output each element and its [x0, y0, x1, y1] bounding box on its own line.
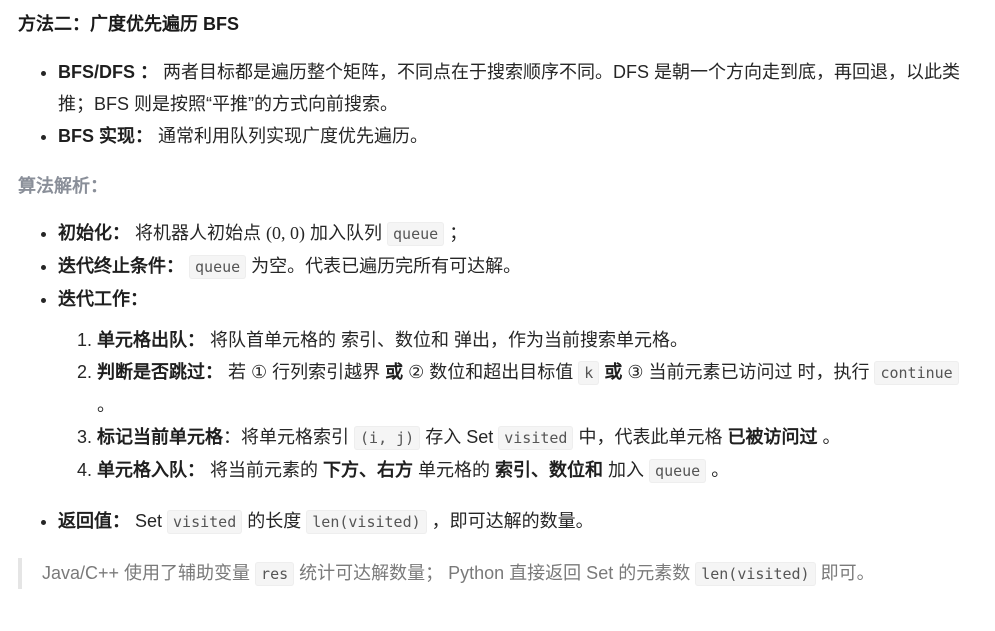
text: 将当前元素的	[205, 460, 324, 480]
text: Java/C++ 使用了辅助变量	[42, 563, 256, 583]
inline-code: continue	[874, 361, 959, 385]
analysis-list: 初始化： 将机器人初始点 (0, 0) 加入队列 queue ； 迭代终止条件：…	[40, 217, 978, 315]
text: ：将单元格索引	[223, 427, 355, 447]
list-item: 返回值： Set visited 的长度 len(visited) ，即可达解的…	[58, 505, 978, 538]
inline-code: res	[255, 562, 295, 586]
return-list: 返回值： Set visited 的长度 len(visited) ，即可达解的…	[40, 505, 978, 538]
text: 单元格的	[413, 460, 496, 480]
text: 存入 Set	[420, 427, 499, 447]
inline-code: visited	[498, 426, 574, 450]
text: 为空。代表已遍历完所有可达解。	[246, 256, 522, 276]
step-item: 单元格出队： 将队首单元格的 索引、数位和 弹出，作为当前搜索单元格。	[97, 324, 977, 356]
item-label: 标记当前单元格	[97, 427, 223, 447]
text: ② 数位和超出目标值	[403, 362, 579, 382]
inline-code: queue	[387, 222, 445, 246]
bold-text: 下方、右方	[323, 460, 414, 480]
analysis-heading: 算法解析：	[18, 176, 108, 196]
list-item: BFS/DFS ： 两者目标都是遍历整个矩阵，不同点在于搜索顺序不同。DFS 是…	[58, 56, 978, 120]
text: 统计可达解数量； Python 直接返回 Set 的元素数	[294, 563, 696, 583]
text: 。	[706, 460, 730, 480]
item-label: BFS 实现：	[58, 126, 154, 146]
inline-code: visited	[167, 510, 243, 534]
note-blockquote: Java/C++ 使用了辅助变量 res 统计可达解数量； Python 直接返…	[18, 558, 972, 589]
bold-text: 或	[385, 362, 404, 382]
text: 加入	[603, 460, 650, 480]
text: Set	[130, 511, 168, 531]
text: ；	[444, 223, 468, 243]
section-heading: 方法二：广度优先遍历 BFS	[18, 14, 239, 34]
item-label: 单元格入队：	[97, 460, 205, 480]
item-text: 通常利用队列实现广度优先遍历。	[153, 126, 429, 146]
text: 若 ① 行列索引越界	[223, 362, 386, 382]
item-label: BFS/DFS ：	[58, 62, 159, 82]
inline-code: queue	[649, 459, 707, 483]
list-item: BFS 实现： 通常利用队列实现广度优先遍历。	[58, 120, 978, 152]
inline-code: queue	[189, 255, 247, 279]
list-item: 迭代终止条件： queue 为空。代表已遍历完所有可达解。	[58, 250, 978, 283]
step-item: 单元格入队： 将当前元素的 下方、右方 单元格的 索引、数位和 加入 queue…	[97, 454, 977, 487]
text: 。	[97, 395, 115, 415]
inline-code: len(visited)	[306, 510, 427, 534]
text: 的长度	[242, 511, 307, 531]
item-text: 两者目标都是遍历整个矩阵，不同点在于搜索顺序不同。DFS 是朝一个方向走到底，再…	[58, 62, 961, 114]
inline-code: len(visited)	[695, 562, 816, 586]
item-label: 初始化：	[58, 223, 130, 243]
bold-text: 索引、数位和	[495, 460, 604, 480]
text: 中，代表此单元格	[573, 427, 728, 447]
text: 即可。	[815, 563, 875, 583]
text: 将机器人初始点	[130, 223, 267, 243]
item-label: 返回值：	[58, 511, 130, 531]
item-label: 迭代终止条件：	[58, 256, 184, 276]
text: 将队首单元格的 索引、数位和 弹出，作为当前搜索单元格。	[205, 330, 689, 350]
bold-text: 或	[604, 362, 623, 382]
math: (0, 0)	[266, 223, 306, 243]
list-item: 迭代工作：	[58, 283, 978, 315]
intro-list: BFS/DFS ： 两者目标都是遍历整个矩阵，不同点在于搜索顺序不同。DFS 是…	[40, 56, 978, 152]
bold-text: 已被访问过	[727, 427, 818, 447]
item-label: 迭代工作：	[58, 289, 148, 309]
item-label: 单元格出队：	[97, 330, 205, 350]
step-item: 标记当前单元格：将单元格索引 (i, j) 存入 Set visited 中，代…	[97, 421, 977, 454]
inline-code: k	[578, 361, 600, 385]
text: ，即可达解的数量。	[426, 511, 594, 531]
list-item: 初始化： 将机器人初始点 (0, 0) 加入队列 queue ；	[58, 217, 978, 250]
inline-code: (i, j)	[354, 426, 421, 450]
step-item: 判断是否跳过： 若 ① 行列索引越界 或 ② 数位和超出目标值 k 或 ③ 当前…	[97, 356, 977, 421]
text: ③ 当前元素已访问过 时，执行	[622, 362, 875, 382]
text: 加入队列	[305, 223, 388, 243]
text: 。	[817, 427, 841, 447]
item-label: 判断是否跳过：	[97, 362, 223, 382]
steps-list: 单元格出队： 将队首单元格的 索引、数位和 弹出，作为当前搜索单元格。 判断是否…	[75, 324, 977, 487]
